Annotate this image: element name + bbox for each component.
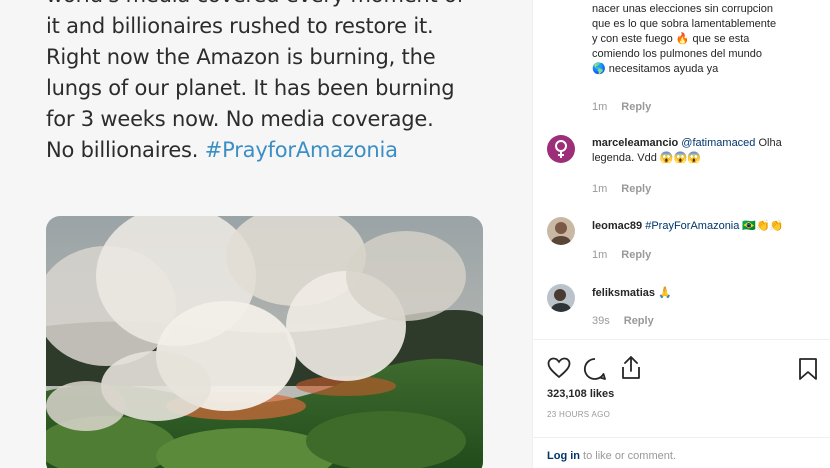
tweet-line: world's media covered every moment of <box>46 0 516 11</box>
footer-divider <box>533 437 830 438</box>
comment-time: 1m <box>592 249 608 261</box>
login-prompt-text: to like or comment. <box>580 450 676 462</box>
tweet-line-last: No billionaires. #PrayforAmazonia <box>46 135 516 166</box>
forest-fire-illustration <box>46 216 483 468</box>
comment-1-text: marceleamancio @fatimamaced Olha legenda… <box>592 136 822 166</box>
comment-body: Olha <box>755 137 782 149</box>
reply-button[interactable]: Reply <box>621 249 651 261</box>
comment-time: 1m <box>592 101 608 113</box>
comment-meta: 1m Reply <box>592 183 651 195</box>
tweet-line: No billionaires. <box>46 138 205 162</box>
comment-hashtag[interactable]: #PrayForAmazonia <box>645 220 739 232</box>
reply-button[interactable]: Reply <box>621 183 651 195</box>
comment-icon[interactable] <box>583 357 607 386</box>
comment-time: 1m <box>592 183 608 195</box>
tweet-line: for 3 weeks now. No media coverage. <box>46 107 434 131</box>
tweet-line: it and billionaires rushed to restore it… <box>46 14 434 38</box>
comment-username[interactable]: marceleamancio <box>592 137 678 149</box>
post-timestamp: 23 HOURS AGO <box>547 410 611 419</box>
login-prompt: Log in to like or comment. <box>547 450 676 462</box>
comment-time: 39s <box>592 315 610 327</box>
avatar[interactable] <box>547 135 575 163</box>
comment-line: y con este fuego 🔥 que se esta <box>592 33 750 45</box>
tweet-line: lungs of our planet. It has been burning <box>46 76 455 100</box>
comment-line: marceleamancio @fatimamaced Olha <box>592 136 822 151</box>
comment-meta: 39s Reply <box>592 315 654 327</box>
comment-meta: 1m Reply <box>592 101 651 113</box>
comment-line: legenda. Vdd 😱😱😱 <box>592 152 701 164</box>
avatar[interactable] <box>547 284 575 312</box>
comment-line: que es lo que sobra lamentablemente <box>592 18 777 30</box>
user-photo-icon <box>551 222 571 245</box>
comment-2-text: leomac89 #PrayForAmazonia 🇧🇷👏👏 <box>592 219 822 234</box>
login-link[interactable]: Log in <box>547 450 580 462</box>
comment-0-text: nacer unas elecciones sin corrupcion que… <box>592 2 822 77</box>
comment-body: 🙏 <box>654 287 672 299</box>
comment-line: 🌎 necesitamos ayuda ya <box>592 63 719 75</box>
bookmark-icon[interactable] <box>798 357 818 386</box>
tweet-text: world's media covered every moment of it… <box>46 0 516 166</box>
comment-mention[interactable]: @fatimamaced <box>681 137 755 149</box>
avatar[interactable] <box>547 217 575 245</box>
heart-icon[interactable] <box>547 357 571 384</box>
post-media: world's media covered every moment of it… <box>0 0 532 468</box>
actions-divider <box>533 339 830 340</box>
comment-3-text: feliksmatias 🙏 <box>592 286 822 301</box>
comment-username[interactable]: leomac89 <box>592 220 642 232</box>
tweet-hashtag: #PrayforAmazonia <box>204 138 398 162</box>
comment-meta: 1m Reply <box>592 249 651 261</box>
reply-button[interactable]: Reply <box>621 101 651 113</box>
comment-body: 🇧🇷👏👏 <box>739 220 784 232</box>
likes-count[interactable]: 323,108 likes <box>547 388 614 400</box>
comments-panel: nacer unas elecciones sin corrupcion que… <box>533 0 830 468</box>
user-photo-icon <box>551 289 571 312</box>
venus-symbol-icon <box>555 140 567 158</box>
share-icon[interactable] <box>620 355 642 386</box>
comment-line: comiendo los pulmones del mundo <box>592 48 762 60</box>
comment-line: nacer unas elecciones sin corrupcion <box>592 3 773 15</box>
reply-button[interactable]: Reply <box>624 315 654 327</box>
forest-fire-photo <box>46 216 483 468</box>
tweet-line: Right now the Amazon is burning, the <box>46 45 436 69</box>
comment-username[interactable]: feliksmatias <box>592 287 655 299</box>
